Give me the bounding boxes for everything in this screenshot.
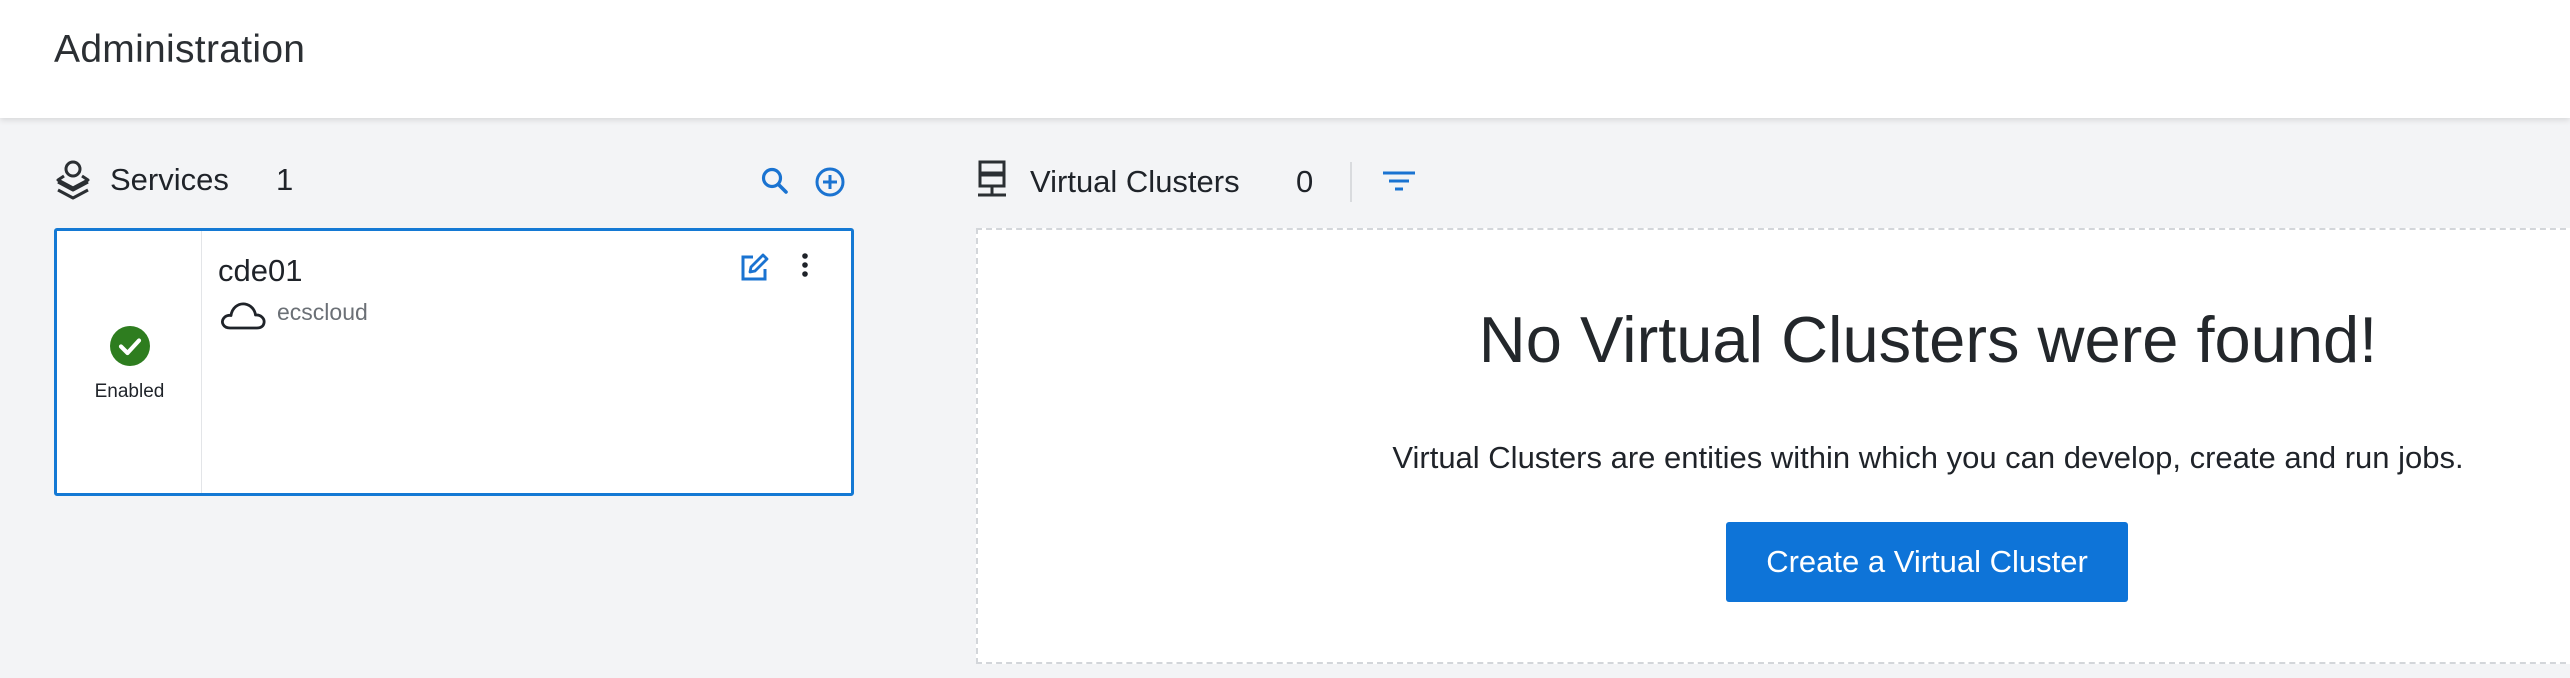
header-divider <box>1350 162 1352 202</box>
filter-icon[interactable] <box>1380 166 1418 196</box>
virtual-clusters-header: Virtual Clusters 0 <box>976 158 1576 204</box>
services-title: Services <box>110 162 229 197</box>
empty-state-title: No Virtual Clusters were found! <box>1478 303 2378 376</box>
service-status: Enabled <box>57 231 202 493</box>
service-name[interactable]: cde01 <box>218 253 302 289</box>
more-vert-icon[interactable] <box>795 251 815 281</box>
cluster-icon <box>978 160 1006 197</box>
services-header: Services 1 <box>54 158 854 204</box>
empty-state-description: Virtual Clusters are entities within whi… <box>1392 440 2464 475</box>
services-count: 1 <box>276 162 294 197</box>
virtual-clusters-count: 0 <box>1296 164 1314 199</box>
status-label: Enabled <box>94 381 165 402</box>
create-virtual-cluster-button[interactable]: Create a Virtual Cluster <box>1726 522 2128 602</box>
top-bar: Administration <box>0 0 2570 118</box>
service-card[interactable]: Enabled cde01 ecscloud <box>54 228 854 496</box>
page-title: Administration <box>54 28 306 71</box>
add-circle-icon[interactable] <box>812 164 848 200</box>
edit-icon[interactable] <box>737 251 771 285</box>
virtual-clusters-empty-panel: No Virtual Clusters were found! Virtual … <box>976 228 2570 664</box>
services-icon <box>56 160 90 200</box>
cloud-icon <box>221 302 266 330</box>
service-cloud-name: ecscloud <box>277 299 368 325</box>
check-circle-icon <box>110 326 150 366</box>
virtual-clusters-title: Virtual Clusters <box>1030 164 1240 199</box>
search-icon[interactable] <box>758 164 792 198</box>
